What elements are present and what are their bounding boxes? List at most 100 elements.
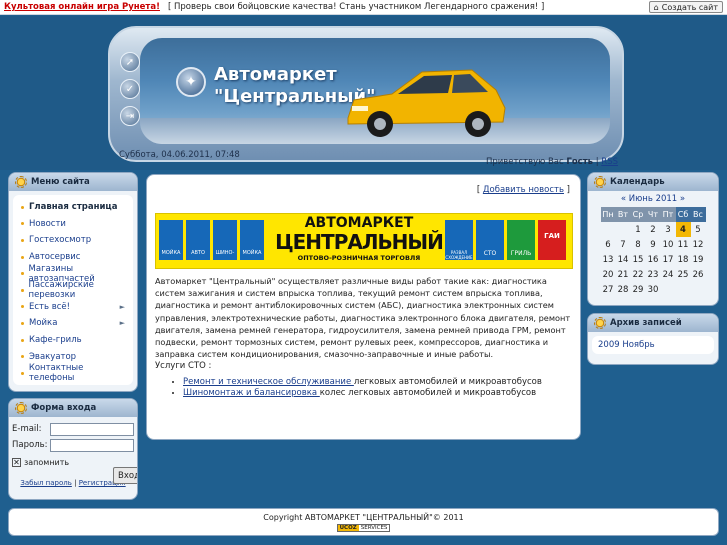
sidebar-item-label: Есть всё! xyxy=(29,301,71,312)
banner-tile: ШИНО- xyxy=(213,220,237,260)
sidebar-item[interactable]: Пассажирские перевозки xyxy=(21,280,125,301)
archive-title: Архив записей xyxy=(610,318,682,328)
password-field[interactable] xyxy=(50,438,134,452)
login-links-separator: | xyxy=(74,479,77,487)
bullet-icon xyxy=(21,288,24,292)
calendar-day: 16 xyxy=(647,254,659,265)
archive-header: Архив записей xyxy=(588,314,718,332)
calendar-day-header: Пт xyxy=(660,207,676,222)
password-row: Пароль: xyxy=(12,437,134,453)
bullet-icon xyxy=(21,272,24,276)
calendar-day: 1 xyxy=(635,224,641,235)
sidebar-item-label: Новости xyxy=(29,218,66,229)
arrow-icon[interactable]: ➚ xyxy=(120,52,140,72)
email-row: E-mail: xyxy=(12,421,134,437)
add-news-link[interactable]: Добавить новость xyxy=(483,185,564,195)
bullet-icon xyxy=(21,321,24,325)
calendar-nav: « Июнь 2011 » xyxy=(588,194,718,204)
calendar-day xyxy=(676,282,691,297)
login-icon[interactable]: ⇥ xyxy=(120,106,140,126)
service-link[interactable]: Ремонт и техническое обслуживание xyxy=(183,377,354,387)
banner-tile: АВТО xyxy=(186,220,210,260)
service-text: колес легковых автомобилей и микроавтобу… xyxy=(319,388,537,398)
header-quick-buttons: ➚ ✓ ⇥ xyxy=(120,52,140,126)
sidebar-item-label: Кафе-гриль xyxy=(29,335,82,346)
banner-line3: ОПТОВО-РОЗНИЧНАЯ ТОРГОВЛЯ xyxy=(297,254,421,262)
banner-tile: ГАИ xyxy=(538,220,566,260)
sun-icon xyxy=(594,317,606,329)
login-form-block: Форма входа E-mail: Пароль: ✕ запомнить … xyxy=(8,398,138,500)
calendar-day: 29 xyxy=(632,284,644,295)
automarket-banner: МОЙКА АВТО ШИНО- МОЙКА АВТОМАРКЕТ ЦЕНТРА… xyxy=(155,213,573,269)
calendar-day-header: Вс xyxy=(690,207,706,222)
calendar-day: 12 xyxy=(692,239,704,250)
calendar-day: 26 xyxy=(692,269,704,280)
greeting-text: Приветствую Вас xyxy=(485,157,564,167)
calendar-day: 30 xyxy=(647,284,659,295)
service-link[interactable]: Шиномонтаж и балансировка xyxy=(183,388,320,398)
calendar-day: 14 xyxy=(617,254,629,265)
ucoz-badge[interactable]: UCOZ SERVICES xyxy=(336,524,391,532)
rss-link[interactable]: RSS xyxy=(601,157,618,167)
slogan-link[interactable]: [ Проверь свои бойцовские качества! Стан… xyxy=(168,2,544,12)
password-label: Пароль: xyxy=(12,440,48,450)
banner-tile: ГРИЛЬ xyxy=(507,220,535,260)
sidebar-item-label: Гостехосмотр xyxy=(29,235,92,246)
banner-text: АВТОМАРКЕТ ЦЕНТРАЛЬНЫЙ ОПТОВО-РОЗНИЧНАЯ … xyxy=(274,216,444,262)
site-menu-block: Меню сайта Главная страница Новости Гостех… xyxy=(8,172,138,392)
calendar-day: 20 xyxy=(602,269,614,280)
bullet-icon xyxy=(21,222,24,226)
create-site-button[interactable]: ⌂ Создать сайт xyxy=(648,1,723,13)
calendar-block: Календарь « Июнь 2011 » Пн Вт Ср Чт Пт Сб Вс 1 2… xyxy=(587,172,719,306)
logo-icon: ✦ xyxy=(176,67,206,97)
sidebar-item[interactable]: Кафе-гриль xyxy=(21,332,125,349)
sidebar-item[interactable]: Новости xyxy=(21,216,125,233)
login-button[interactable]: Вход xyxy=(113,467,137,484)
sidebar-item-label: Пассажирские перевозки xyxy=(28,280,94,301)
sidebar-item-label: Контактные телефоны xyxy=(28,363,84,384)
bullet-icon xyxy=(21,238,24,242)
greeting-user: Гость xyxy=(566,157,594,167)
calendar-grid: Пн Вт Ср Чт Пт Сб Вс 1 2 3 4 5 6 7 8 9 10 11 12 13 14 15 16 17 1… xyxy=(600,207,706,297)
email-field[interactable] xyxy=(50,422,134,436)
sidebar-item[interactable]: Гостехосмотр xyxy=(21,232,125,249)
sidebar-item-label: Главная страница xyxy=(29,202,118,213)
calendar-prev-link[interactable]: « xyxy=(621,194,626,204)
calendar-day xyxy=(691,282,706,297)
calendar-day: 11 xyxy=(677,239,689,250)
sidebar-item[interactable]: Есть всё! ► xyxy=(21,299,125,316)
calendar-next-link[interactable]: » xyxy=(680,194,685,204)
services-title: Услуги СТО : xyxy=(155,361,212,371)
sidebar-item[interactable]: Контактные телефоны xyxy=(21,363,125,384)
check-icon[interactable]: ✓ xyxy=(120,79,140,99)
login-form: E-mail: Пароль: ✕ запомнить Вход Забыл п… xyxy=(9,417,137,491)
banner-tile: МОЙКА xyxy=(240,220,264,260)
calendar-day: 6 xyxy=(605,239,611,250)
calendar-title: Календарь xyxy=(610,177,665,187)
ucoz-badge-b: SERVICES xyxy=(360,525,388,531)
calendar-day: 4 xyxy=(675,222,691,237)
remember-checkbox[interactable]: ✕ xyxy=(12,458,21,467)
submenu-arrow-icon: ► xyxy=(119,319,125,328)
archive-list: 2009 Ноябрь xyxy=(592,336,714,354)
banner-tile: МОЙКА xyxy=(159,220,183,260)
site-menu-title: Меню сайта xyxy=(31,177,90,187)
remember-row: ✕ запомнить xyxy=(12,458,134,467)
sidebar-item[interactable]: Мойка ► xyxy=(21,315,125,332)
site-footer: Copyright АВТОМАРКЕТ "ЦЕНТРАЛЬНЫЙ"© 2011… xyxy=(8,508,719,536)
calendar-day: 15 xyxy=(632,254,644,265)
archive-item[interactable]: 2009 Ноябрь xyxy=(598,340,655,350)
sun-icon xyxy=(15,176,27,188)
sidebar-item-label: Мойка xyxy=(29,318,58,329)
greeting-separator: | xyxy=(595,157,599,167)
bullet-icon xyxy=(21,355,24,359)
sidebar-item[interactable]: Главная страница xyxy=(21,199,125,216)
promo-link[interactable]: Культовая онлайн игра Рунета! xyxy=(0,2,160,12)
calendar-day: 23 xyxy=(647,269,659,280)
calendar-month[interactable]: Июнь 2011 xyxy=(629,194,677,204)
forgot-password-link[interactable]: Забыл пароль xyxy=(20,479,72,487)
service-text: легковых автомобилей и микроавтобусов xyxy=(353,377,542,387)
calendar-day-header: Вт xyxy=(615,207,631,222)
sun-icon xyxy=(15,402,27,414)
banner-tile: РАЗВАЛ СХОЖДЕНИЕ xyxy=(445,220,473,260)
